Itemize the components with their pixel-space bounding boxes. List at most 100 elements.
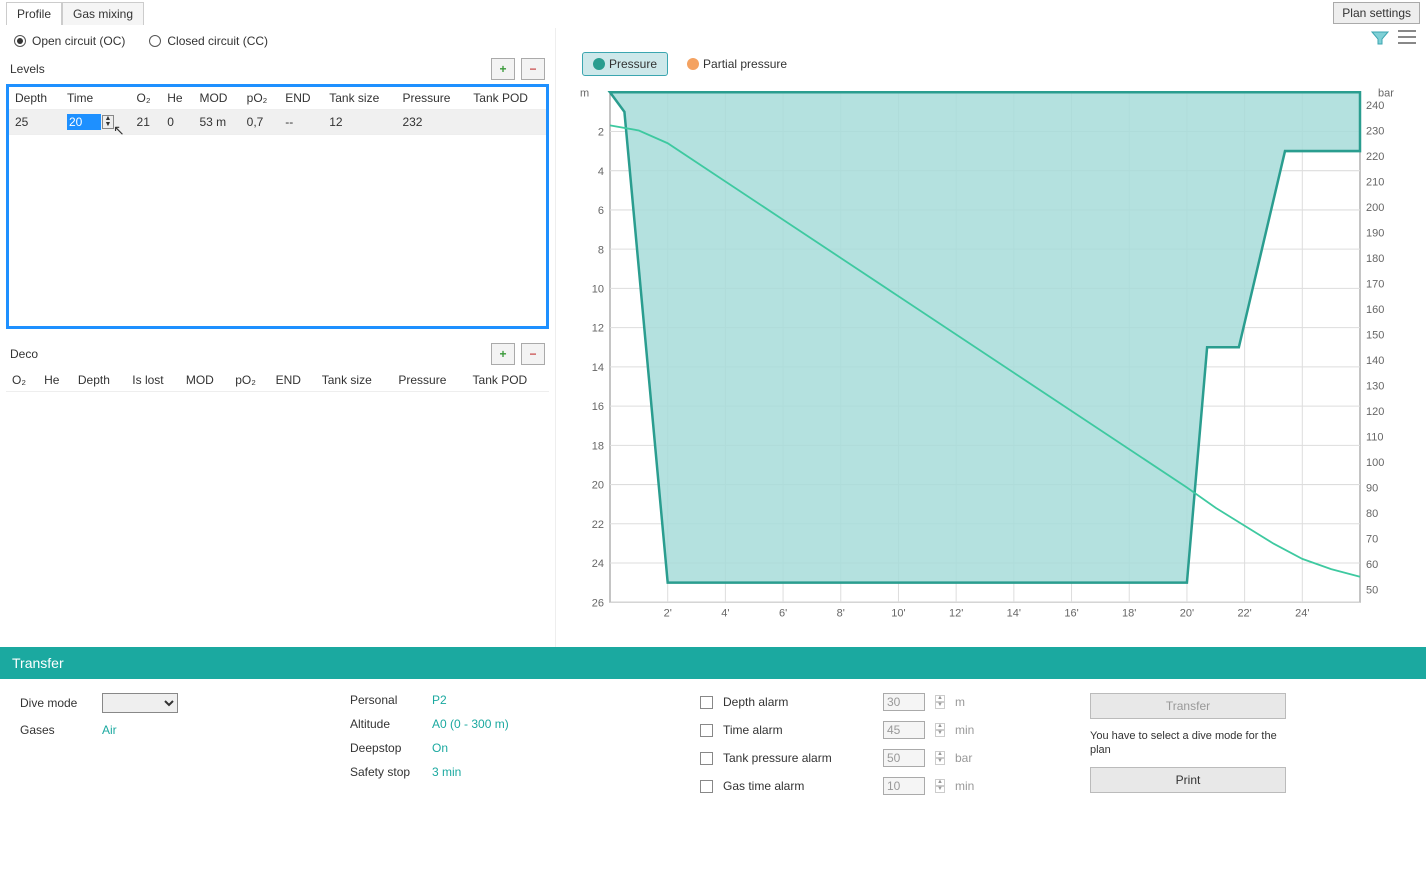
- svg-text:4': 4': [721, 608, 729, 620]
- cell-pod[interactable]: [467, 110, 546, 135]
- radio-label: Closed circuit (CC): [167, 34, 268, 48]
- col-mod[interactable]: MOD: [193, 87, 240, 110]
- alarm-value-input[interactable]: [883, 721, 925, 739]
- svg-text:210: 210: [1366, 176, 1384, 188]
- levels-remove-button[interactable]: −: [521, 58, 545, 80]
- cell-pressure[interactable]: 232: [396, 110, 467, 135]
- dcol-end[interactable]: END: [270, 369, 316, 392]
- alarm-value-input[interactable]: [883, 693, 925, 711]
- cursor-icon: ↖: [113, 122, 125, 139]
- plan-settings-button[interactable]: Plan settings: [1333, 2, 1420, 24]
- deco-table: O₂ He Depth Is lost MOD pO₂ END Tank siz…: [6, 369, 549, 392]
- alarm-label: Tank pressure alarm: [723, 751, 873, 765]
- dcol-po2[interactable]: pO₂: [229, 369, 269, 392]
- chart-tab-partial[interactable]: Partial pressure: [676, 52, 798, 76]
- svg-text:m: m: [580, 87, 589, 99]
- filter-icon[interactable]: [1370, 30, 1390, 46]
- radio-closed-circuit[interactable]: Closed circuit (CC): [149, 34, 268, 48]
- alarm-checkbox-1[interactable]: [700, 724, 713, 737]
- spin-up-icon[interactable]: ▲: [935, 723, 945, 730]
- svg-text:100: 100: [1366, 457, 1384, 469]
- dcol-lost[interactable]: Is lost: [126, 369, 180, 392]
- svg-text:16: 16: [592, 401, 604, 413]
- dcol-mod[interactable]: MOD: [180, 369, 229, 392]
- tab-gas-mixing[interactable]: Gas mixing: [62, 2, 144, 25]
- dcol-he[interactable]: He: [38, 369, 72, 392]
- col-end[interactable]: END: [279, 87, 323, 110]
- dcol-depth[interactable]: Depth: [72, 369, 126, 392]
- svg-text:14': 14': [1007, 608, 1021, 620]
- chart-tab-pressure[interactable]: Pressure: [582, 52, 668, 76]
- col-pressure[interactable]: Pressure: [396, 87, 467, 110]
- alarm-checkbox-0[interactable]: [700, 696, 713, 709]
- svg-text:200: 200: [1366, 202, 1384, 214]
- svg-text:150: 150: [1366, 329, 1384, 341]
- transfer-note: You have to select a dive mode for the p…: [1090, 729, 1286, 757]
- alarm-checkbox-2[interactable]: [700, 752, 713, 765]
- col-po2[interactable]: pO₂: [241, 87, 280, 110]
- svg-text:70: 70: [1366, 533, 1378, 545]
- safety-label: Safety stop: [350, 765, 422, 779]
- svg-text:130: 130: [1366, 380, 1384, 392]
- dcol-pod[interactable]: Tank POD: [467, 369, 549, 392]
- cell-mod: 53 m: [193, 110, 240, 135]
- svg-text:230: 230: [1366, 125, 1384, 137]
- cell-o2[interactable]: 21: [131, 110, 162, 135]
- svg-text:170: 170: [1366, 278, 1384, 290]
- spin-up-icon[interactable]: ▲: [935, 779, 945, 786]
- altitude-value[interactable]: A0 (0 - 300 m): [432, 717, 509, 731]
- cell-tank[interactable]: 12: [323, 110, 396, 135]
- menu-icon[interactable]: [1398, 30, 1416, 44]
- spin-down-icon[interactable]: ▼: [103, 122, 113, 128]
- spin-down-icon[interactable]: ▼: [935, 702, 945, 709]
- levels-add-button[interactable]: +: [491, 58, 515, 80]
- transfer-button[interactable]: Transfer: [1090, 693, 1286, 719]
- svg-text:220: 220: [1366, 151, 1384, 163]
- cell-po2: 0,7: [241, 110, 280, 135]
- svg-text:22: 22: [592, 519, 604, 531]
- col-depth[interactable]: Depth: [9, 87, 61, 110]
- svg-text:18': 18': [1122, 608, 1136, 620]
- tab-profile[interactable]: Profile: [6, 2, 62, 25]
- spin-down-icon[interactable]: ▼: [935, 758, 945, 765]
- personal-label: Personal: [350, 693, 422, 707]
- col-tank[interactable]: Tank size: [323, 87, 396, 110]
- deco-title: Deco: [10, 347, 38, 361]
- svg-text:240: 240: [1366, 100, 1384, 112]
- personal-value[interactable]: P2: [432, 693, 447, 707]
- radio-open-circuit[interactable]: Open circuit (OC): [14, 34, 125, 48]
- svg-text:12: 12: [592, 323, 604, 335]
- svg-text:2': 2': [664, 608, 672, 620]
- safety-value[interactable]: 3 min: [432, 765, 461, 779]
- alarm-unit: min: [955, 723, 985, 737]
- dcol-tank[interactable]: Tank size: [316, 369, 393, 392]
- deco-remove-button[interactable]: −: [521, 343, 545, 365]
- dcol-o2[interactable]: O₂: [6, 369, 38, 392]
- spin-up-icon[interactable]: ▲: [935, 751, 945, 758]
- time-input[interactable]: [67, 114, 101, 130]
- dive-mode-select[interactable]: [102, 693, 178, 713]
- alarm-value-input[interactable]: [883, 749, 925, 767]
- col-he[interactable]: He: [161, 87, 193, 110]
- alarm-checkbox-3[interactable]: [700, 780, 713, 793]
- cell-he[interactable]: 0: [161, 110, 193, 135]
- col-o2[interactable]: O₂: [131, 87, 162, 110]
- dcol-press[interactable]: Pressure: [392, 369, 466, 392]
- radio-label: Open circuit (OC): [32, 34, 125, 48]
- col-time[interactable]: Time: [61, 87, 131, 110]
- levels-row[interactable]: 25 ▲ ▼ ↖ 21 0: [9, 110, 546, 135]
- spin-down-icon[interactable]: ▼: [935, 730, 945, 737]
- spin-up-icon[interactable]: ▲: [935, 695, 945, 702]
- col-tankpod[interactable]: Tank POD: [467, 87, 546, 110]
- svg-text:4: 4: [598, 166, 604, 178]
- main-tabs: Profile Gas mixing: [6, 2, 144, 25]
- deco-add-button[interactable]: +: [491, 343, 515, 365]
- alarm-value-input[interactable]: [883, 777, 925, 795]
- deepstop-value[interactable]: On: [432, 741, 448, 755]
- svg-text:180: 180: [1366, 253, 1384, 265]
- gases-value[interactable]: Air: [102, 723, 117, 737]
- cell-depth[interactable]: 25: [9, 110, 61, 135]
- print-button[interactable]: Print: [1090, 767, 1286, 793]
- svg-text:2: 2: [598, 126, 604, 138]
- spin-down-icon[interactable]: ▼: [935, 786, 945, 793]
